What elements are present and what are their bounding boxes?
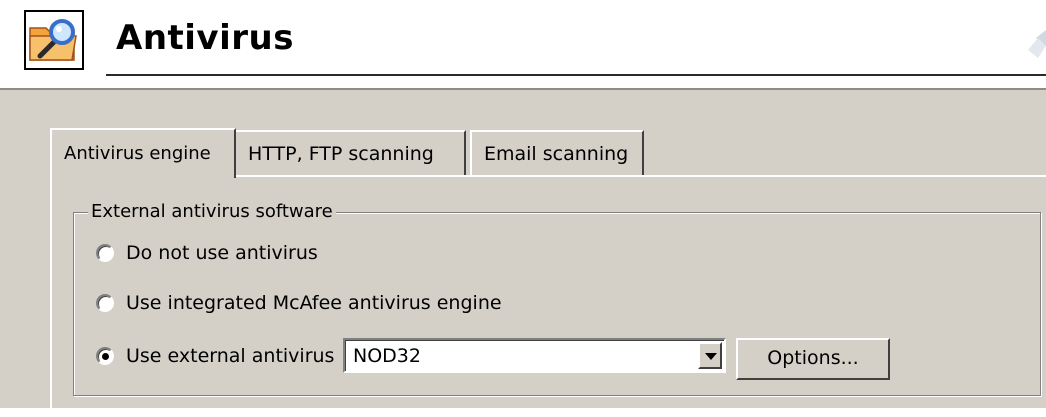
chevron-down-icon xyxy=(705,353,717,360)
radio-label: Use integrated McAfee antivirus engine xyxy=(126,292,502,314)
radio-label: Use external antivirus xyxy=(126,345,335,367)
tab-http-ftp-scanning[interactable]: HTTP, FTP scanning xyxy=(236,130,466,175)
tab-email-scanning[interactable]: Email scanning xyxy=(470,130,644,175)
decorative-corner-icon xyxy=(1028,30,1046,58)
page-title: Antivirus xyxy=(116,18,294,58)
header-divider xyxy=(106,74,1046,76)
radio-use-external-antivirus[interactable]: Use external antivirus xyxy=(96,341,336,371)
options-button[interactable]: Options... xyxy=(736,338,890,380)
tab-label: Email scanning xyxy=(484,143,629,165)
dropdown-button[interactable] xyxy=(698,342,722,369)
radio-selected-dot xyxy=(102,353,109,360)
radio-use-integrated-mcafee[interactable]: Use integrated McAfee antivirus engine xyxy=(96,288,536,318)
radio-label: Do not use antivirus xyxy=(126,242,318,264)
antivirus-folder-magnifier-icon xyxy=(24,10,84,70)
tab-label: HTTP, FTP scanning xyxy=(248,143,434,165)
select-value: NOD32 xyxy=(353,345,421,367)
external-antivirus-select[interactable]: NOD32 xyxy=(343,338,726,373)
group-legend: External antivirus software xyxy=(88,201,336,223)
tab-antivirus-engine[interactable]: Antivirus engine xyxy=(50,128,236,178)
radio-button[interactable] xyxy=(96,244,114,262)
tab-label: Antivirus engine xyxy=(64,143,211,164)
radio-do-not-use-antivirus[interactable]: Do not use antivirus xyxy=(96,238,356,268)
radio-button[interactable] xyxy=(96,294,114,312)
